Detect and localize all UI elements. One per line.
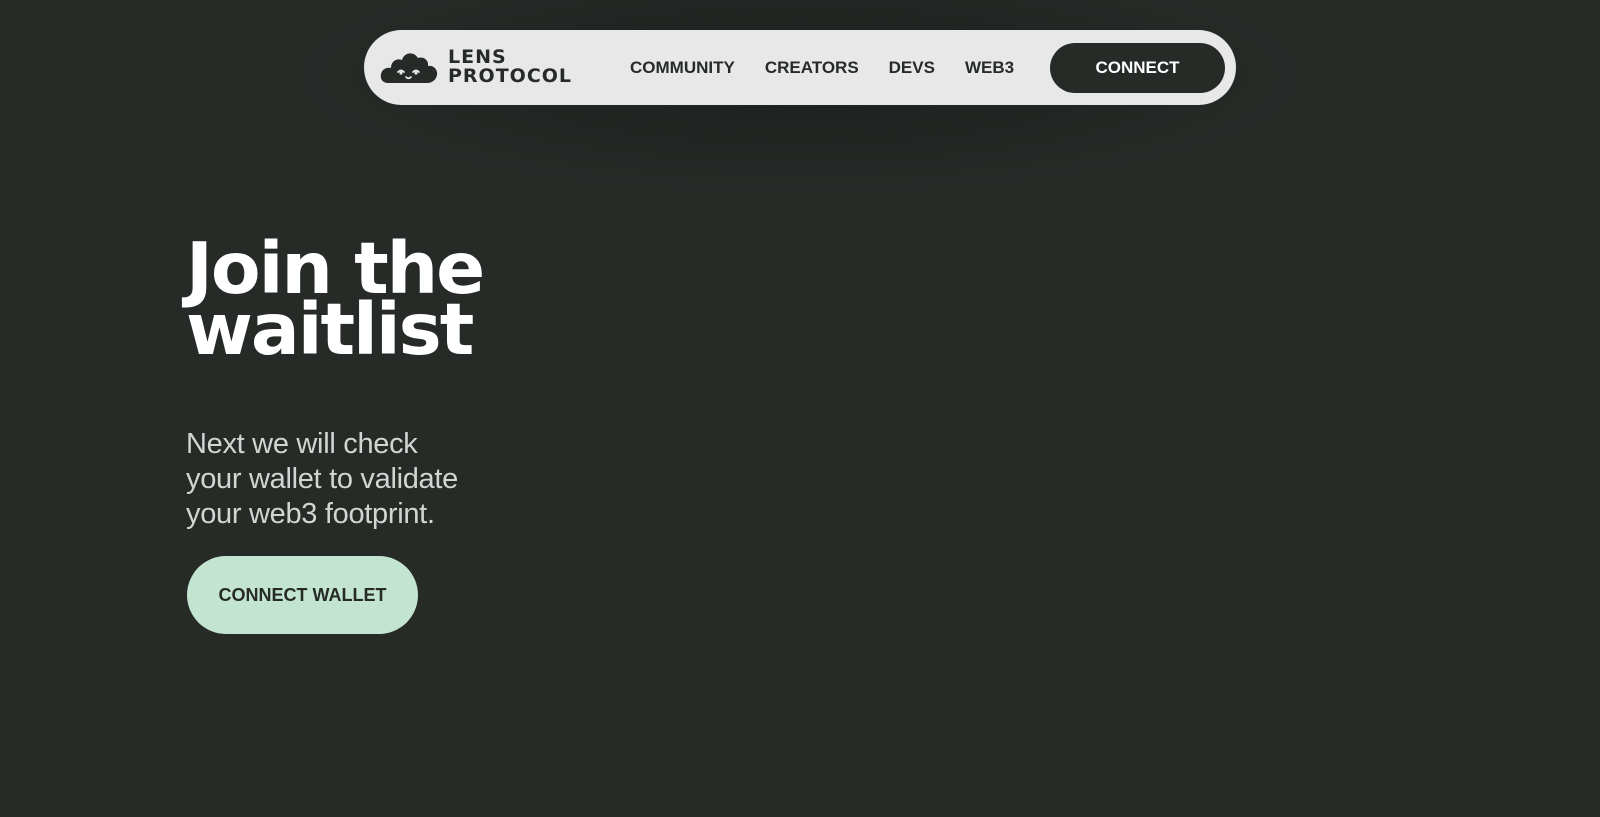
main-nav: COMMUNITY CREATORS DEVS WEB3 [630, 30, 1044, 105]
nav-link-devs[interactable]: DEVS [889, 58, 935, 78]
logo-wordmark: LENS PROTOCOL [448, 48, 572, 86]
hero-description-line3: your web3 footprint. [186, 498, 435, 530]
hero-description-line2: your wallet to validate [186, 463, 458, 495]
navbar: LENS PROTOCOL COMMUNITY CREATORS DEVS WE… [364, 30, 1236, 105]
hero-description: Next we will check your wallet to valida… [186, 427, 506, 532]
page-title: Join the waitlist [186, 233, 614, 371]
logo-link[interactable]: LENS PROTOCOL [379, 47, 572, 87]
nav-link-creators[interactable]: CREATORS [765, 58, 859, 78]
hero-description-line1: Next we will check [186, 428, 418, 460]
connect-button[interactable]: CONNECT [1050, 43, 1225, 93]
page-title-line2: waitlist [186, 288, 474, 371]
nav-link-community[interactable]: COMMUNITY [630, 58, 735, 78]
logo-text-line2: PROTOCOL [448, 65, 573, 87]
connect-wallet-button[interactable]: CONNECT WALLET [187, 556, 418, 634]
lens-cloud-face-icon [380, 53, 438, 83]
nav-link-web3[interactable]: WEB3 [965, 58, 1014, 78]
